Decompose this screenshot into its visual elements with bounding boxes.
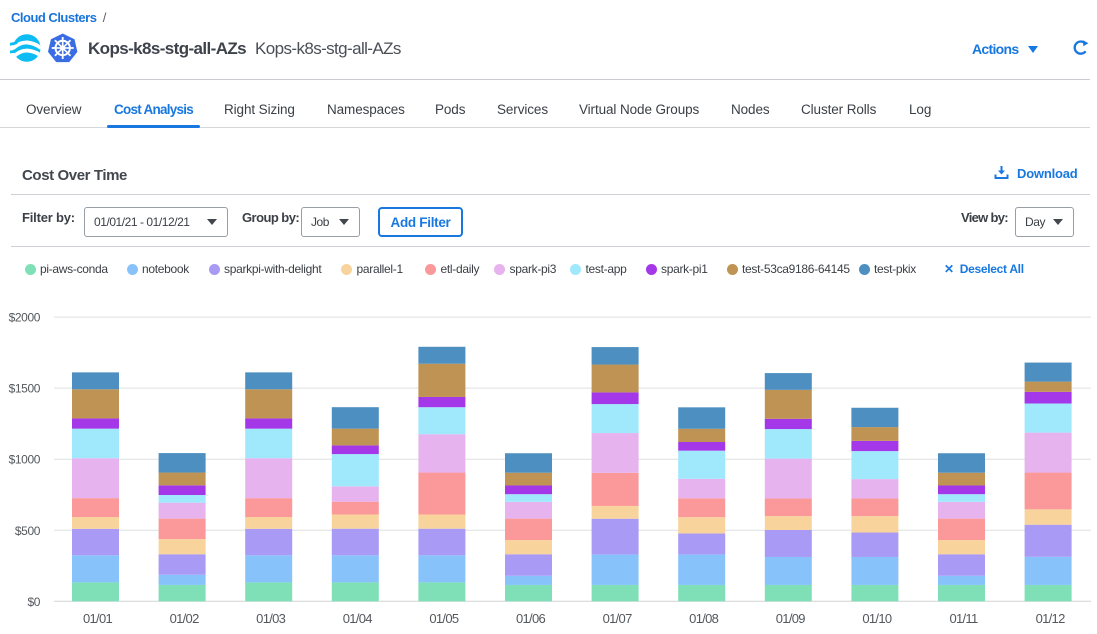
svg-text:01/12: 01/12 xyxy=(1036,611,1066,626)
svg-text:$0: $0 xyxy=(27,595,40,609)
svg-text:01/08: 01/08 xyxy=(689,611,719,626)
svg-text:01/05: 01/05 xyxy=(429,611,459,626)
svg-text:$2000: $2000 xyxy=(9,311,41,325)
svg-text:01/11: 01/11 xyxy=(949,611,978,626)
svg-text:$1500: $1500 xyxy=(9,382,41,396)
svg-text:$1000: $1000 xyxy=(9,453,41,467)
svg-text:01/07: 01/07 xyxy=(603,611,633,626)
svg-text:$500: $500 xyxy=(15,524,41,538)
svg-text:01/04: 01/04 xyxy=(343,611,373,626)
svg-text:01/10: 01/10 xyxy=(862,611,892,626)
svg-text:01/03: 01/03 xyxy=(256,611,286,626)
svg-text:01/01: 01/01 xyxy=(83,611,113,626)
svg-text:01/02: 01/02 xyxy=(170,611,200,626)
svg-text:01/06: 01/06 xyxy=(516,611,546,626)
svg-text:01/09: 01/09 xyxy=(776,611,806,626)
